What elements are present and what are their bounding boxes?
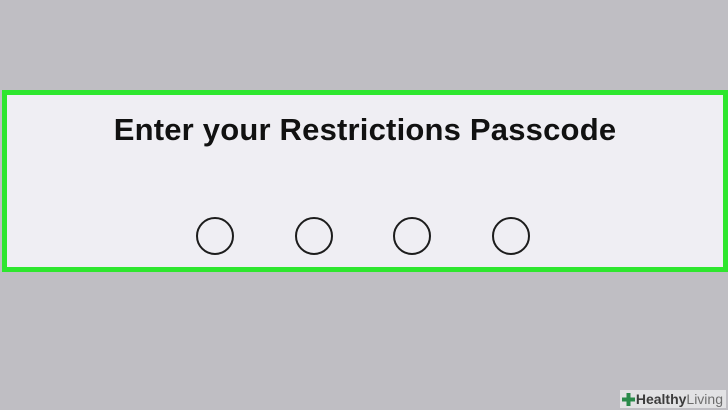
watermark: Healthy Living: [619, 390, 726, 408]
watermark-text-light: Living: [686, 391, 723, 407]
passcode-digit-2: [295, 217, 333, 255]
passcode-digit-4: [492, 217, 530, 255]
medical-cross-icon: [621, 392, 635, 406]
passcode-prompt-title: Enter your Restrictions Passcode: [113, 112, 617, 147]
watermark-text-bold: Healthy: [635, 391, 687, 407]
passcode-entry-field[interactable]: [192, 217, 537, 261]
passcode-digit-1: [196, 217, 234, 255]
passcode-digit-3: [393, 217, 431, 255]
passcode-panel: Enter your Restrictions Passcode: [2, 90, 728, 272]
